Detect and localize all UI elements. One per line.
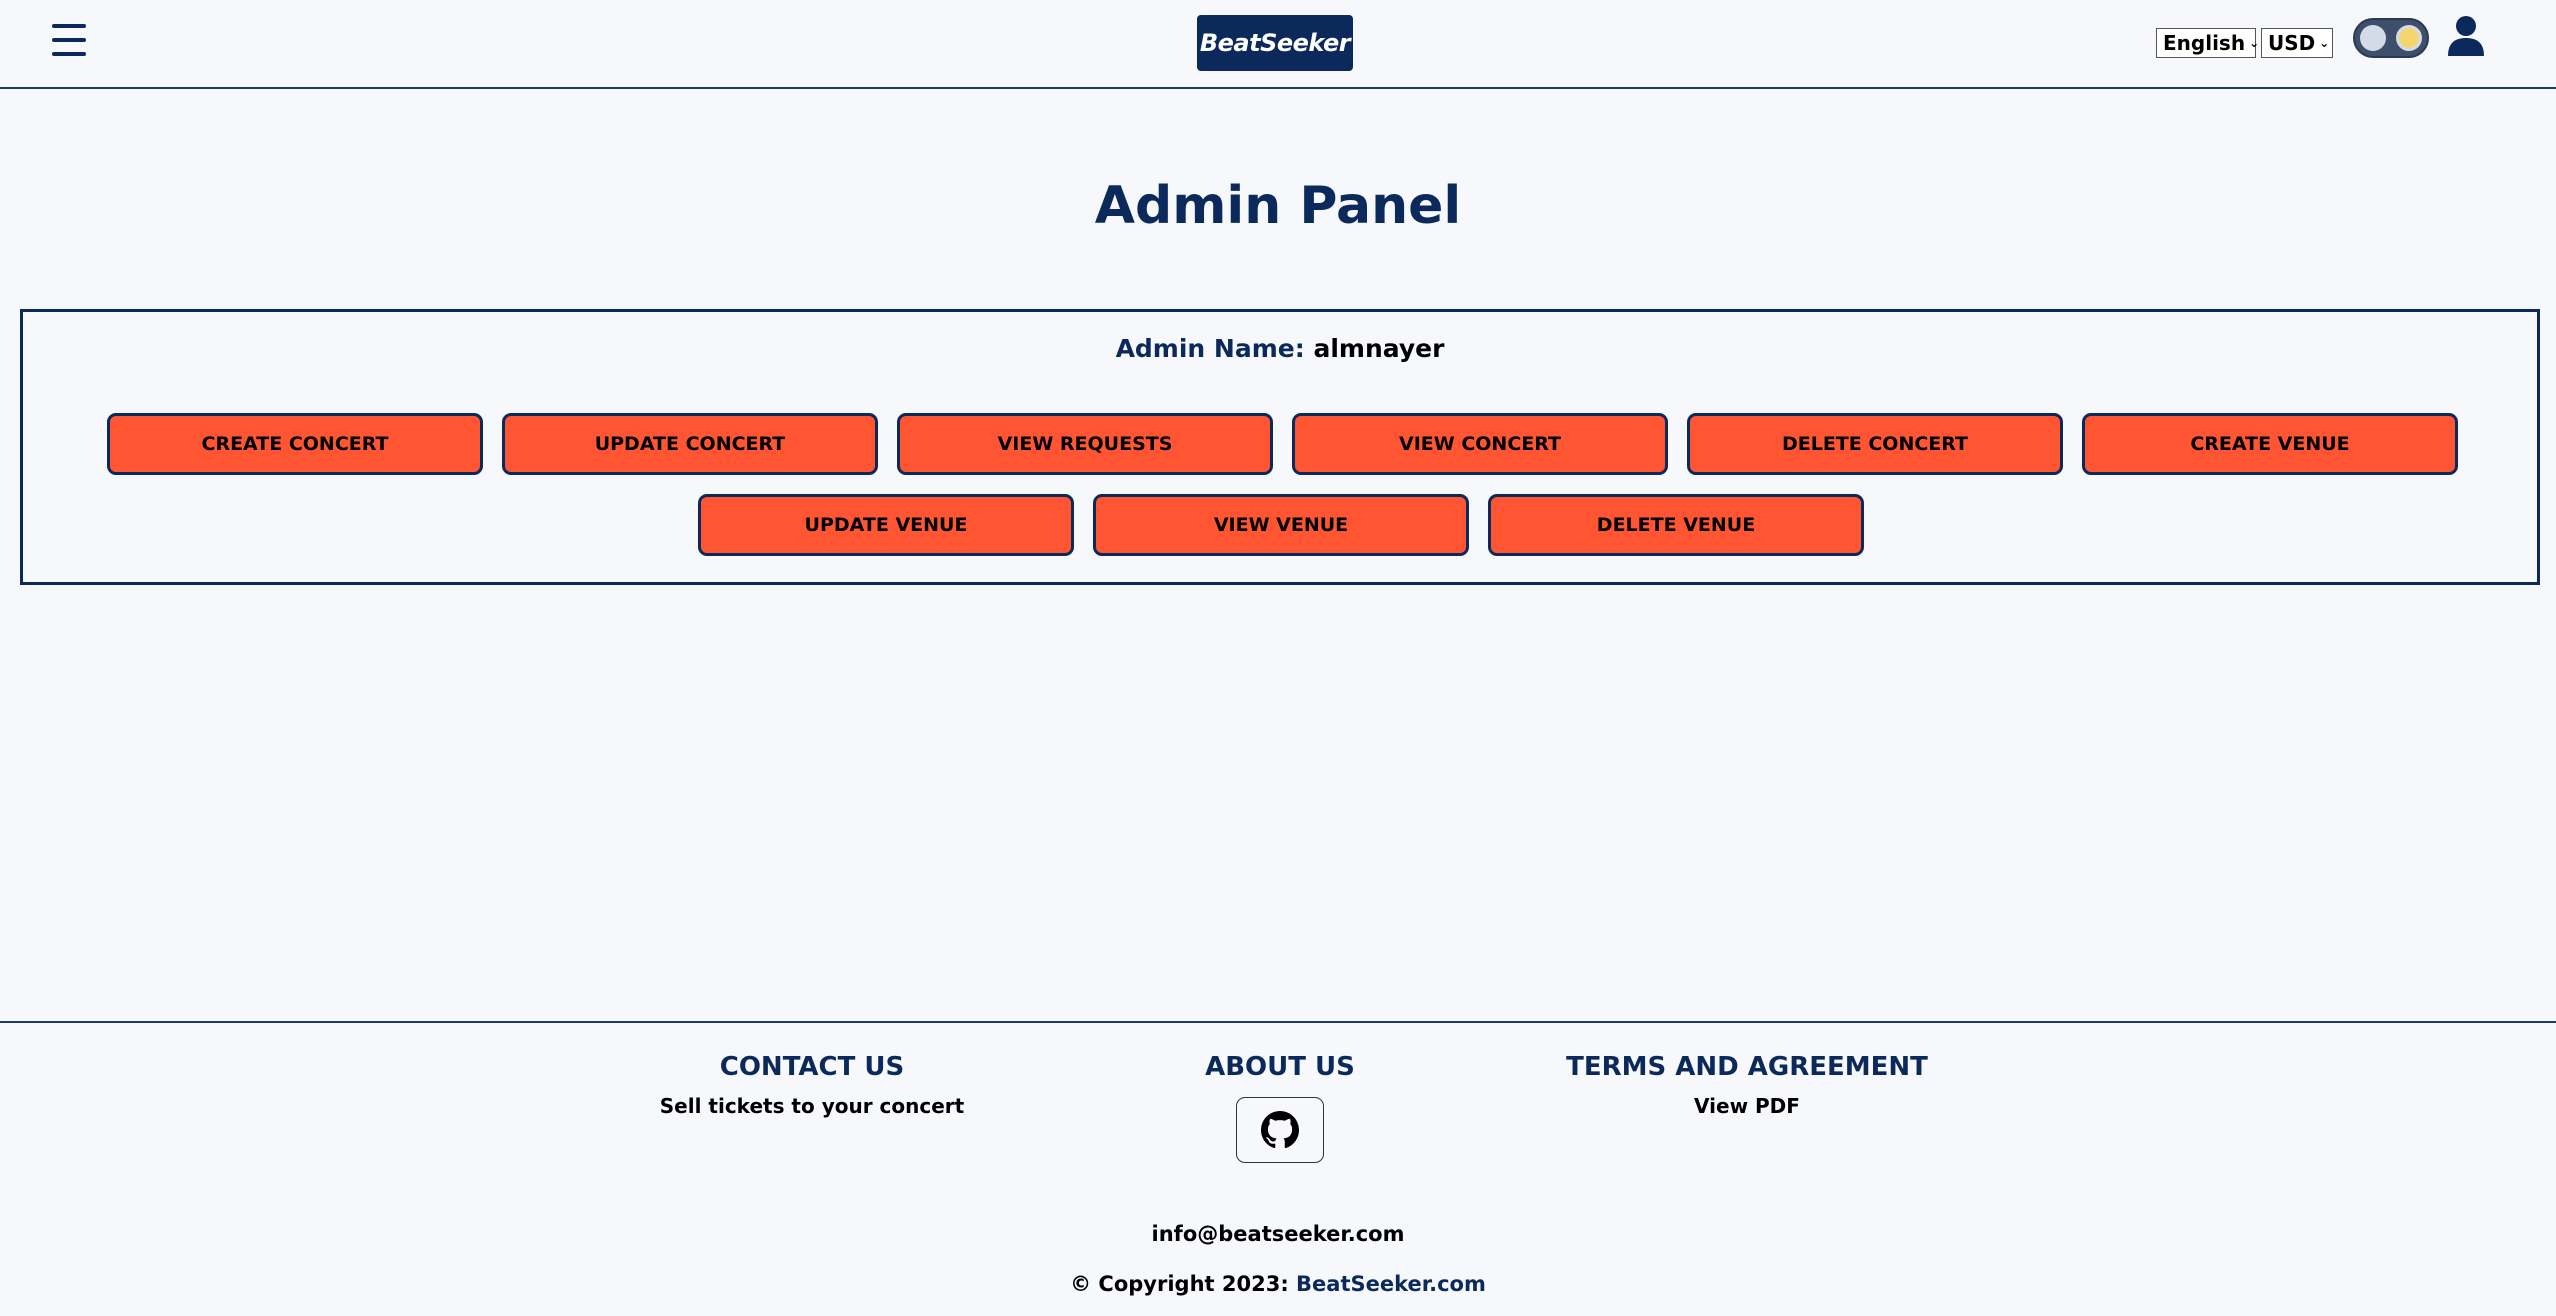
- language-select[interactable]: English ⌄: [2156, 28, 2260, 58]
- footer-copyright: © Copyright 2023: BeatSeeker.com: [0, 1272, 2556, 1296]
- github-icon: [1261, 1111, 1299, 1149]
- github-button[interactable]: [1236, 1097, 1324, 1163]
- user-icon[interactable]: [2448, 16, 2484, 56]
- footer-contact: CONTACT US Sell tickets to your concert: [612, 1052, 1012, 1118]
- theme-toggle-track-icon: [2360, 25, 2386, 51]
- chevron-down-icon: ⌄: [2319, 36, 2330, 50]
- currency-select-value: USD: [2268, 31, 2316, 55]
- update-venue-button[interactable]: UPDATE VENUE: [698, 494, 1074, 556]
- currency-select[interactable]: USD ⌄: [2261, 28, 2333, 58]
- update-concert-button[interactable]: UPDATE CONCERT: [502, 413, 878, 475]
- user-icon-svg: [2448, 16, 2484, 56]
- copyright-brand-link[interactable]: BeatSeeker.com: [1296, 1272, 1486, 1296]
- hamburger-bar: [52, 52, 86, 56]
- footer-terms: TERMS AND AGREEMENT View PDF: [1547, 1052, 1947, 1118]
- brand-logo-text: BeatSeeker: [1199, 29, 1351, 57]
- theme-toggle[interactable]: [2353, 18, 2429, 58]
- contact-link[interactable]: Sell tickets to your concert: [612, 1094, 1012, 1118]
- view-requests-button[interactable]: VIEW REQUESTS: [897, 413, 1273, 475]
- view-venue-button[interactable]: VIEW VENUE: [1093, 494, 1469, 556]
- footer-about: ABOUT US: [1130, 1052, 1430, 1082]
- language-select-value: English: [2163, 31, 2246, 55]
- contact-heading: CONTACT US: [719, 1052, 905, 1082]
- terms-heading: TERMS AND AGREEMENT: [1566, 1052, 1928, 1082]
- delete-concert-button[interactable]: DELETE CONCERT: [1687, 413, 2063, 475]
- hamburger-icon[interactable]: [52, 24, 86, 56]
- create-venue-button[interactable]: CREATE VENUE: [2082, 413, 2458, 475]
- top-navbar: BeatSeeker English ⌄ USD ⌄: [0, 0, 2556, 89]
- sun-icon: [2396, 25, 2422, 51]
- hamburger-bar: [52, 24, 86, 28]
- view-concert-button[interactable]: VIEW CONCERT: [1292, 413, 1668, 475]
- copyright-text: © Copyright 2023:: [1070, 1272, 1289, 1296]
- brand-logo[interactable]: BeatSeeker: [1197, 15, 1353, 71]
- hamburger-bar: [52, 38, 86, 42]
- admin-name-row: Admin Name: almnayer: [23, 334, 2537, 363]
- footer-divider: [0, 1021, 2556, 1023]
- page-title: Admin Panel: [1094, 176, 1462, 236]
- delete-venue-button[interactable]: DELETE VENUE: [1488, 494, 1864, 556]
- chevron-down-icon: ⌄: [2249, 36, 2260, 50]
- admin-name-label: Admin Name:: [1115, 334, 1305, 363]
- footer-email[interactable]: info@beatseeker.com: [0, 1222, 2556, 1246]
- admin-name-value: almnayer: [1313, 334, 1445, 363]
- about-heading: ABOUT US: [1205, 1052, 1355, 1082]
- admin-panel-box: Admin Name: almnayer CREATE CONCERT UPDA…: [20, 309, 2540, 585]
- create-concert-button[interactable]: CREATE CONCERT: [107, 413, 483, 475]
- view-pdf-link[interactable]: View PDF: [1547, 1094, 1947, 1118]
